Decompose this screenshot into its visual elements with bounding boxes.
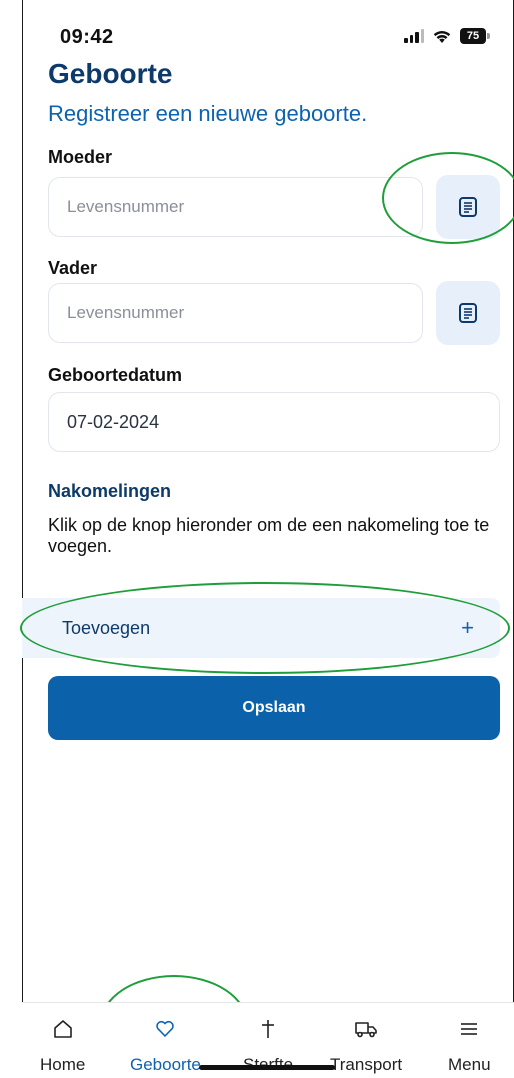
cellular-signal-icon (404, 29, 424, 43)
list-scan-icon (459, 197, 477, 217)
tab-transport[interactable]: Transport (330, 1017, 402, 1075)
battery-level: 75 (460, 28, 486, 44)
mother-scan-button[interactable] (436, 175, 500, 239)
status-time: 09:42 (60, 26, 114, 48)
wifi-icon (432, 28, 452, 44)
add-offspring-button[interactable]: Toevoegen + (22, 598, 500, 658)
father-input-placeholder: Levensnummer (67, 303, 185, 322)
status-icons: 75 (404, 28, 490, 44)
heart-icon (154, 1017, 176, 1041)
birth-date-value: 07-02-2024 (67, 411, 160, 432)
plus-icon: + (461, 615, 474, 640)
add-offspring-label: Toevoegen (62, 617, 151, 638)
save-button[interactable]: Opslaan (48, 676, 500, 740)
page-title: Geboorte (48, 58, 173, 89)
status-bar: 09:42 75 (60, 26, 490, 52)
father-scan-button[interactable] (436, 281, 500, 345)
mother-input-placeholder: Levensnummer (67, 197, 185, 216)
home-indicator (199, 1065, 335, 1070)
birth-date-label: Geboortedatum (48, 365, 183, 385)
tab-transport-label: Transport (330, 1055, 403, 1074)
mother-input[interactable]: Levensnummer (48, 177, 423, 237)
menu-icon (458, 1017, 480, 1041)
tab-menu[interactable]: Menu (448, 1017, 491, 1075)
tab-geboorte[interactable]: Geboorte (130, 1017, 201, 1075)
tab-home-label: Home (40, 1055, 86, 1074)
home-icon (52, 1017, 74, 1041)
offspring-description: Klik op de knop hieronder om de een nako… (48, 515, 490, 556)
page-subtitle: Registreer een nieuwe geboorte. (48, 101, 368, 126)
battery-icon: 75 (460, 28, 490, 44)
tab-home[interactable]: Home (40, 1017, 85, 1075)
tab-geboorte-label: Geboorte (130, 1055, 201, 1074)
birth-date-input[interactable]: 07-02-2024 (48, 392, 500, 452)
list-scan-icon (459, 303, 477, 323)
father-input[interactable]: Levensnummer (48, 283, 423, 343)
cross-icon (257, 1017, 279, 1041)
truck-icon (354, 1017, 378, 1041)
father-label: Vader (48, 258, 98, 278)
mother-label: Moeder (48, 147, 113, 167)
offspring-title: Nakomelingen (48, 481, 172, 501)
tab-menu-label: Menu (448, 1055, 491, 1074)
